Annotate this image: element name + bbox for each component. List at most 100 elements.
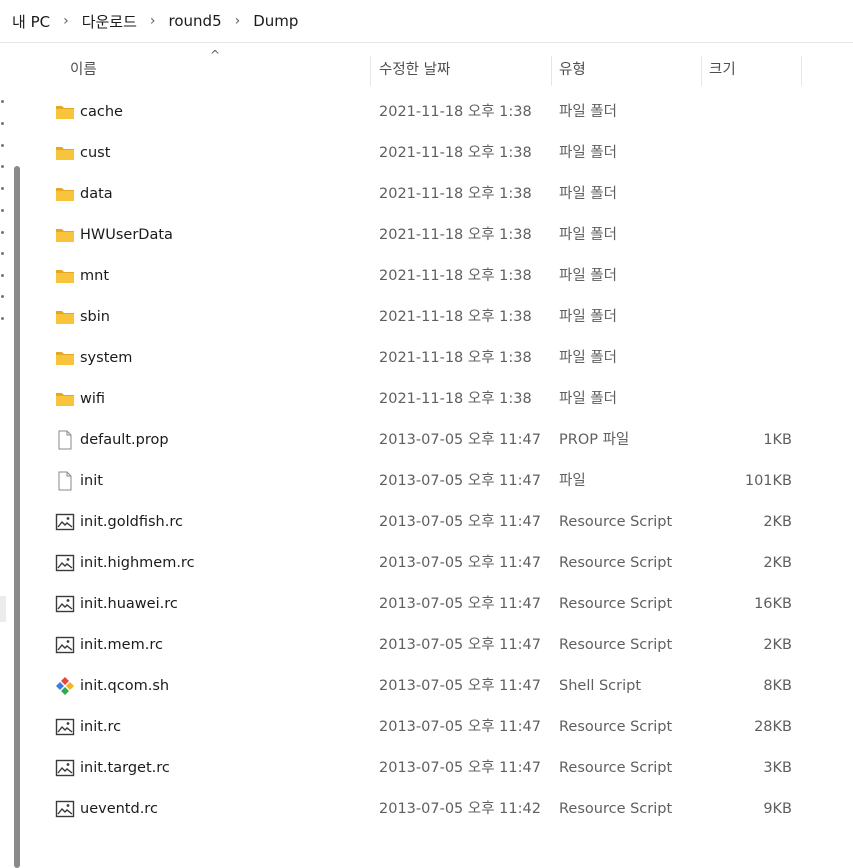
file-size: 9KB [763,801,792,817]
file-icon [55,430,75,450]
file-date: 2021-11-18 오후 1:38 [379,186,532,202]
file-row[interactable]: system 2021-11-18 오후 1:38 파일 폴더 [28,338,828,379]
file-name: init.mem.rc [80,637,163,653]
file-size: 28KB [754,719,792,735]
file-date: 2021-11-18 오후 1:38 [379,104,532,120]
chevron-right-icon[interactable]: › [150,13,156,29]
script-file-icon [55,635,75,655]
column-divider[interactable] [370,56,371,86]
tree-expander-icon[interactable] [1,252,4,255]
file-type: Resource Script [559,637,673,653]
file-size: 3KB [763,760,792,776]
file-type: PROP 파일 [559,432,630,448]
file-row[interactable]: init.huawei.rc 2013-07-05 오후 11:47 Resourc… [28,584,828,625]
tree-expander-icon[interactable] [1,209,4,212]
breadcrumb-dump[interactable]: Dump [253,12,298,30]
script-file-icon [55,717,75,737]
tree-expander-icon[interactable] [1,165,4,168]
file-row[interactable]: cache 2021-11-18 오후 1:38 파일 폴더 [28,92,828,133]
column-date[interactable]: 수정한 날짜 [379,50,450,90]
script-file-icon [55,553,75,573]
file-type: 파일 폴더 [559,268,617,284]
file-date: 2013-07-05 오후 11:47 [379,637,541,653]
file-name: ueventd.rc [80,801,158,817]
tree-expander-icon[interactable] [1,317,4,320]
column-divider[interactable] [801,56,802,86]
tree-expander-icon[interactable] [1,274,4,277]
file-size: 2KB [763,637,792,653]
breadcrumb: 내 PC › 다운로드 › round5 › Dump [0,0,853,43]
file-type: Resource Script [559,596,673,612]
file-row[interactable]: init.mem.rc 2013-07-05 오후 11:47 Resource S… [28,625,828,666]
file-date: 2021-11-18 오후 1:38 [379,227,532,243]
file-date: 2013-07-05 오후 11:47 [379,473,541,489]
file-row[interactable]: init.rc 2013-07-05 오후 11:47 Resource Scrip… [28,707,828,748]
tree-expander-icon[interactable] [1,295,4,298]
tree-expander-icon[interactable] [1,231,4,234]
file-date: 2013-07-05 오후 11:47 [379,555,541,571]
file-name: cache [80,104,123,120]
file-size: 2KB [763,514,792,530]
file-date: 2021-11-18 오후 1:38 [379,268,532,284]
file-row[interactable]: HWUserData 2021-11-18 오후 1:38 파일 폴더 [28,215,828,256]
file-type: Shell Script [559,678,642,694]
file-row[interactable]: init.goldfish.rc 2013-07-05 오후 11:47 Resou… [28,502,828,543]
column-name[interactable]: 이름 [70,50,97,90]
file-row[interactable]: data 2021-11-18 오후 1:38 파일 폴더 [28,174,828,215]
column-type[interactable]: 유형 [559,50,586,90]
script-file-icon [55,512,75,532]
breadcrumb-this-pc[interactable]: 내 PC [12,11,50,32]
file-name: data [80,186,113,202]
file-date: 2021-11-18 오후 1:38 [379,350,532,366]
column-divider[interactable] [701,56,702,86]
file-row[interactable]: init.qcom.sh 2013-07-05 오후 11:47 Shell Scr… [28,666,828,707]
file-type: 파일 폴더 [559,104,617,120]
file-date: 2021-11-18 오후 1:38 [379,145,532,161]
folder-icon [55,348,75,368]
file-size: 16KB [754,596,792,612]
breadcrumb-round5[interactable]: round5 [169,12,222,30]
file-name: init.rc [80,719,122,735]
file-type: Resource Script [559,760,673,776]
tree-expander-icon[interactable] [1,122,4,125]
file-name: HWUserData [80,227,173,243]
column-header: ^ 이름 수정한 날짜 유형 크기 [28,48,853,90]
file-name: init.goldfish.rc [80,514,183,530]
sort-ascending-icon: ^ [210,48,221,62]
file-row[interactable]: default.prop 2013-07-05 오후 11:47 PROP 파일 1K… [28,420,828,461]
file-type: Resource Script [559,555,673,571]
file-row[interactable]: init.highmem.rc 2013-07-05 오후 11:47 Resour… [28,543,828,584]
file-row[interactable]: sbin 2021-11-18 오후 1:38 파일 폴더 [28,297,828,338]
file-row[interactable]: wifi 2021-11-18 오후 1:38 파일 폴더 [28,379,828,420]
column-size[interactable]: 크기 [709,50,736,90]
file-date: 2013-07-05 오후 11:47 [379,514,541,530]
file-date: 2013-07-05 오후 11:47 [379,719,541,735]
folder-icon [55,266,75,286]
column-divider[interactable] [551,56,552,86]
tree-expander-icon[interactable] [1,144,4,147]
file-icon [55,471,75,491]
file-name: default.prop [80,432,169,448]
file-date: 2013-07-05 오후 11:47 [379,760,541,776]
breadcrumb-downloads[interactable]: 다운로드 [82,11,137,32]
file-row[interactable]: cust 2021-11-18 오후 1:38 파일 폴더 [28,133,828,174]
file-row[interactable]: ueventd.rc 2013-07-05 오후 11:42 Resource Sc… [28,789,828,830]
file-date: 2013-07-05 오후 11:47 [379,432,541,448]
file-type: 파일 폴더 [559,391,617,407]
folder-icon [55,389,75,409]
tree-expander-icon[interactable] [1,187,4,190]
file-date: 2021-11-18 오후 1:38 [379,391,532,407]
file-row[interactable]: init.target.rc 2013-07-05 오후 11:47 Resourc… [28,748,828,789]
file-type: Resource Script [559,514,673,530]
chevron-right-icon[interactable]: › [63,13,69,29]
chevron-right-icon[interactable]: › [235,13,241,29]
file-row[interactable]: init 2013-07-05 오후 11:47 파일 101KB [28,461,828,502]
file-type: 파일 [559,473,586,489]
file-date: 2013-07-05 오후 11:47 [379,596,541,612]
tree-expander-icon[interactable] [1,100,4,103]
file-type: 파일 폴더 [559,227,617,243]
file-row[interactable]: mnt 2021-11-18 오후 1:38 파일 폴더 [28,256,828,297]
navigation-scrollbar-thumb[interactable] [14,166,20,868]
file-type: 파일 폴더 [559,350,617,366]
file-date: 2013-07-05 오후 11:47 [379,678,541,694]
